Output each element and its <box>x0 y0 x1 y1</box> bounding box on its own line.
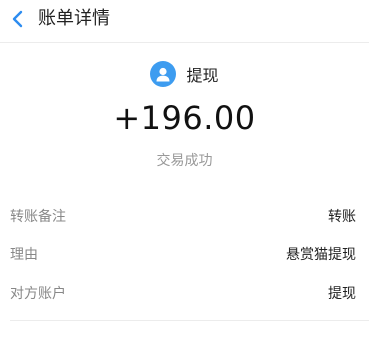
transaction-amount: +196.00 <box>113 99 256 137</box>
user-icon <box>156 67 170 82</box>
page-title: 账单详情 <box>38 8 110 29</box>
detail-value: 提现 <box>328 286 356 302</box>
avatar <box>150 61 177 87</box>
header-divider <box>0 42 369 43</box>
detail-label: 转账备注 <box>10 209 66 225</box>
detail-label: 理由 <box>10 247 38 263</box>
app-header: 账单详情 <box>0 0 369 42</box>
bill-detail-page: 账单详情 提现 +196.00 交易成功 转账备注 转账 理由 悬赏猫提现 对方… <box>0 0 369 340</box>
transaction-status: 交易成功 <box>156 153 213 169</box>
section-divider <box>10 320 369 321</box>
detail-value: 转账 <box>328 209 356 225</box>
detail-row-remark: 转账备注 转账 <box>10 205 356 227</box>
chevron-left-icon <box>12 10 23 28</box>
transaction-type-label: 提现 <box>186 66 219 85</box>
detail-value: 悬赏猫提现 <box>286 247 356 263</box>
detail-label: 对方账户 <box>10 286 66 302</box>
detail-row-counterparty: 对方账户 提现 <box>10 282 356 304</box>
detail-row-reason: 理由 悬赏猫提现 <box>10 243 356 265</box>
transaction-type-row: 提现 <box>0 60 369 88</box>
back-button[interactable] <box>6 6 32 32</box>
